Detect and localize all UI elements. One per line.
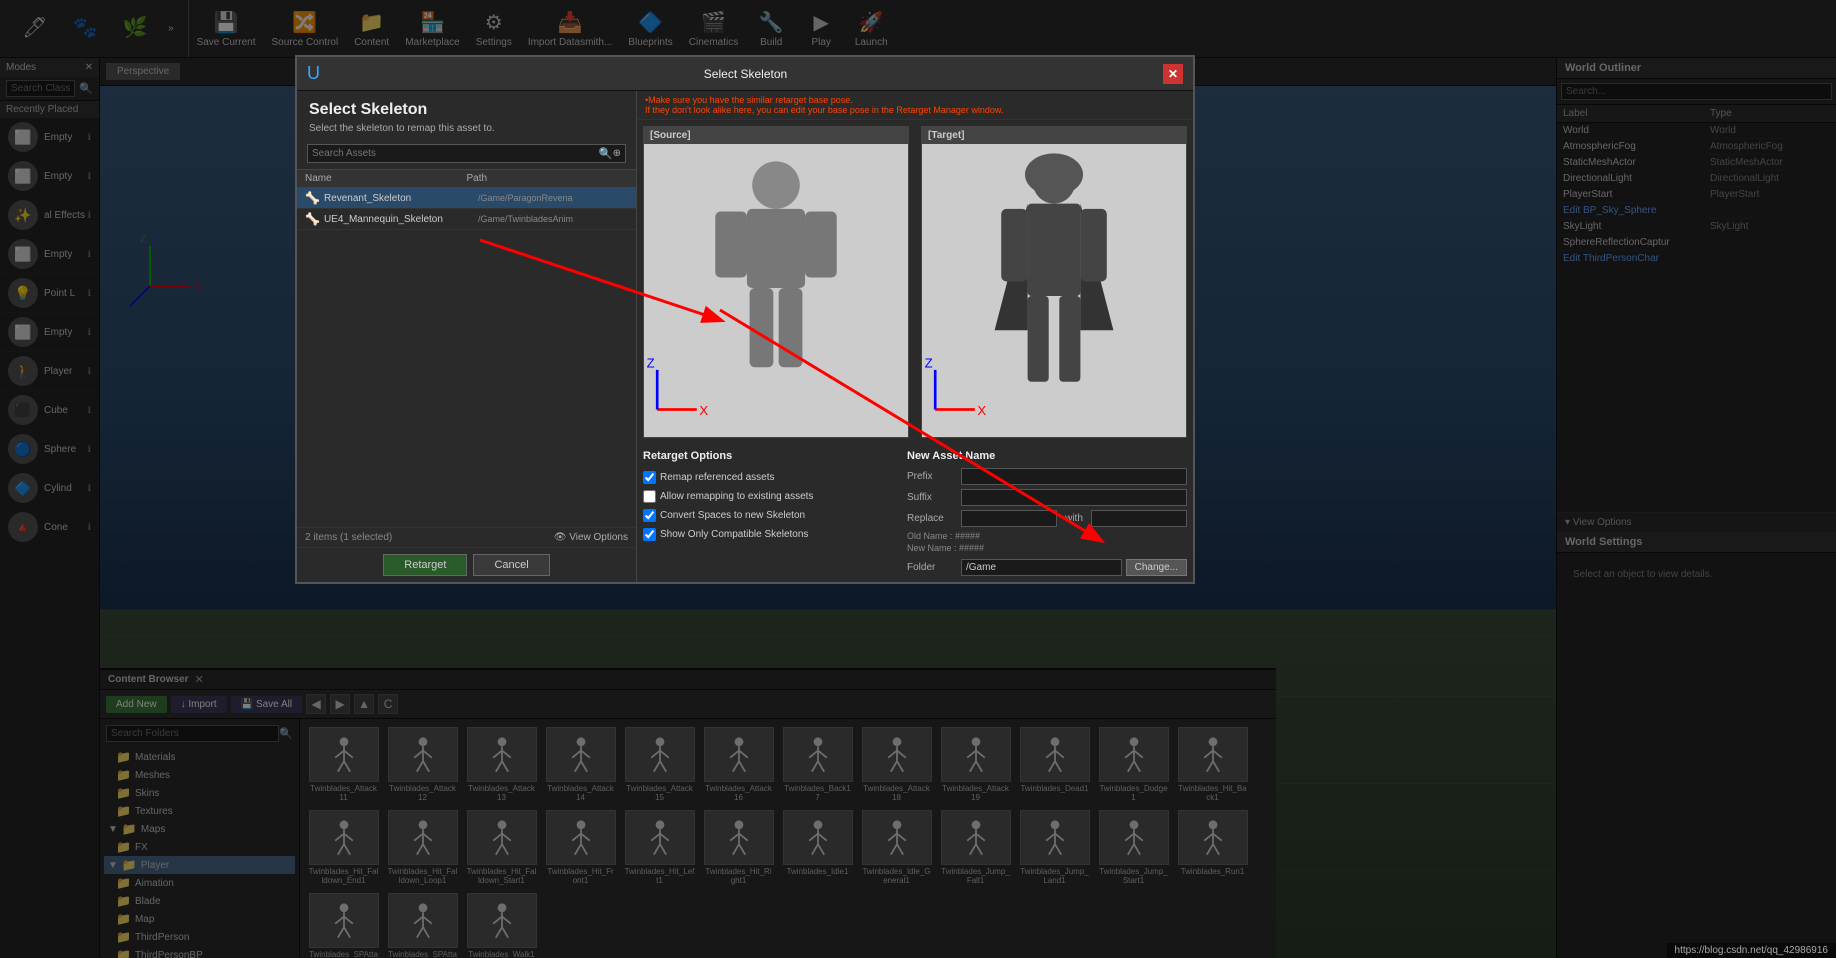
sk-col-path: Path: [467, 173, 629, 184]
svg-text:Z: Z: [925, 355, 933, 370]
checkbox-row-0: Remap referenced assets: [643, 468, 897, 487]
folder-path: /Game: [961, 559, 1122, 576]
prefix-input[interactable]: [961, 468, 1187, 485]
retarget-options-title: Retarget Options: [643, 450, 897, 462]
skeleton-footer: 2 items (1 selected) 👁 View Options: [297, 527, 636, 547]
new-asset-panel: New Asset Name Prefix Suffix Replace: [907, 450, 1187, 576]
unreal-logo-icon: U: [307, 63, 320, 84]
checkbox-1[interactable]: [643, 490, 656, 503]
old-name-preview: Old Name : #####: [907, 531, 1187, 541]
target-figure-svg: X Z: [922, 144, 1186, 437]
modal-search: 🔍 ⊕: [307, 144, 626, 163]
modal-search-icon: 🔍: [599, 147, 613, 160]
source-label: [Source]: [644, 127, 908, 144]
with-input[interactable]: [1091, 510, 1187, 527]
skeleton-list-header: Name Path: [297, 169, 636, 188]
new-name-preview: New Name : #####: [907, 543, 1187, 553]
replace-input[interactable]: [961, 510, 1057, 527]
source-target-row: [Source]: [637, 120, 1193, 444]
checkbox-label-0: Remap referenced assets: [660, 472, 775, 483]
modal-title: Select Skeleton: [328, 67, 1163, 81]
modal-overlay: U Select Skeleton ✕ Select Skeleton Sele…: [0, 0, 1836, 958]
skeleton-item-1[interactable]: 🦴 UE4_Mannequin_Skeleton/Game/TwinbladesA…: [297, 209, 636, 230]
replace-label: Replace: [907, 513, 957, 524]
checkbox-label-3: Show Only Compatible Skeletons: [660, 529, 808, 540]
cancel-button[interactable]: Cancel: [473, 554, 549, 576]
modal-left-panel: Select Skeleton Select the skeleton to r…: [297, 91, 637, 582]
modal-search-input[interactable]: [312, 148, 599, 159]
modal-close-button[interactable]: ✕: [1163, 64, 1183, 84]
new-asset-title: New Asset Name: [907, 450, 1187, 462]
svg-text:Z: Z: [647, 355, 655, 370]
skeleton-count-label: 2 items (1 selected): [305, 532, 392, 543]
suffix-input[interactable]: [961, 489, 1187, 506]
target-viewport: X Z: [922, 144, 1186, 437]
folder-row: Folder /Game Change...: [907, 559, 1187, 576]
select-skeleton-modal: U Select Skeleton ✕ Select Skeleton Sele…: [295, 55, 1195, 584]
suffix-row: Suffix: [907, 489, 1187, 506]
prefix-row: Prefix: [907, 468, 1187, 485]
checkbox-0[interactable]: [643, 471, 656, 484]
modal-heading: Select Skeleton: [309, 101, 624, 119]
skeleton-path-1: /Game/TwinbladesAnim: [478, 214, 628, 224]
modal-left-header: Select Skeleton Select the skeleton to r…: [297, 91, 636, 138]
skeleton-name-0: Revenant_Skeleton: [324, 193, 474, 204]
retarget-button[interactable]: Retarget: [383, 554, 467, 576]
checkbox-row-2: Convert Spaces to new Skeleton: [643, 506, 897, 525]
skeleton-view-options[interactable]: 👁 View Options: [554, 532, 628, 543]
sk-col-name: Name: [305, 173, 467, 184]
svg-text:X: X: [977, 403, 986, 418]
modal-right-bottom: Retarget Options Remap referenced assets…: [637, 444, 1193, 582]
prefix-label: Prefix: [907, 471, 957, 482]
with-label: with: [1065, 513, 1083, 524]
folder-label: Folder: [907, 562, 957, 573]
checkbox-3[interactable]: [643, 528, 656, 541]
replace-row: Replace with: [907, 510, 1187, 527]
warning-line1: •Make sure you have the similar retarget…: [645, 95, 1185, 105]
target-panel: [Target]: [921, 126, 1187, 438]
modal-search-extra: ⊕: [613, 148, 621, 159]
url-bar: https://blog.csdn.net/qq_42986916: [1667, 943, 1836, 958]
target-label: [Target]: [922, 127, 1186, 144]
modal-bottom-buttons: Retarget Cancel: [297, 547, 636, 582]
suffix-label: Suffix: [907, 492, 957, 503]
checkbox-row-3: Show Only Compatible Skeletons: [643, 525, 897, 544]
skeleton-path-0: /Game/ParagonRevena: [478, 193, 628, 203]
checkbox-label-2: Convert Spaces to new Skeleton: [660, 510, 805, 521]
warning-text: •Make sure you have the similar retarget…: [637, 91, 1193, 120]
skeleton-list: 🦴 Revenant_Skeleton/Game/ParagonRevena 🦴 UE…: [297, 188, 636, 527]
change-folder-button[interactable]: Change...: [1126, 559, 1187, 576]
source-viewport: X Z: [644, 144, 908, 437]
skeleton-icon-1: 🦴: [305, 212, 320, 226]
retarget-options: Retarget Options Remap referenced assets…: [643, 450, 897, 576]
checkbox-2[interactable]: [643, 509, 656, 522]
checkbox-row-1: Allow remapping to existing assets: [643, 487, 897, 506]
modal-titlebar: U Select Skeleton ✕: [297, 57, 1193, 91]
skeleton-item-0[interactable]: 🦴 Revenant_Skeleton/Game/ParagonRevena: [297, 188, 636, 209]
modal-right-panel: •Make sure you have the similar retarget…: [637, 91, 1193, 582]
modal-subtitle: Select the skeleton to remap this asset …: [309, 123, 624, 134]
svg-text:X: X: [699, 403, 708, 418]
source-figure-svg: X Z: [644, 144, 908, 437]
modal-body: Select Skeleton Select the skeleton to r…: [297, 91, 1193, 582]
skeleton-icon-0: 🦴: [305, 191, 320, 205]
warning-line2: If they don't look alike here, you can e…: [645, 105, 1185, 115]
checkbox-label-1: Allow remapping to existing assets: [660, 491, 813, 502]
checkboxes-container: Remap referenced assets Allow remapping t…: [643, 468, 897, 544]
source-panel: [Source]: [643, 126, 909, 438]
skeleton-name-1: UE4_Mannequin_Skeleton: [324, 214, 474, 225]
